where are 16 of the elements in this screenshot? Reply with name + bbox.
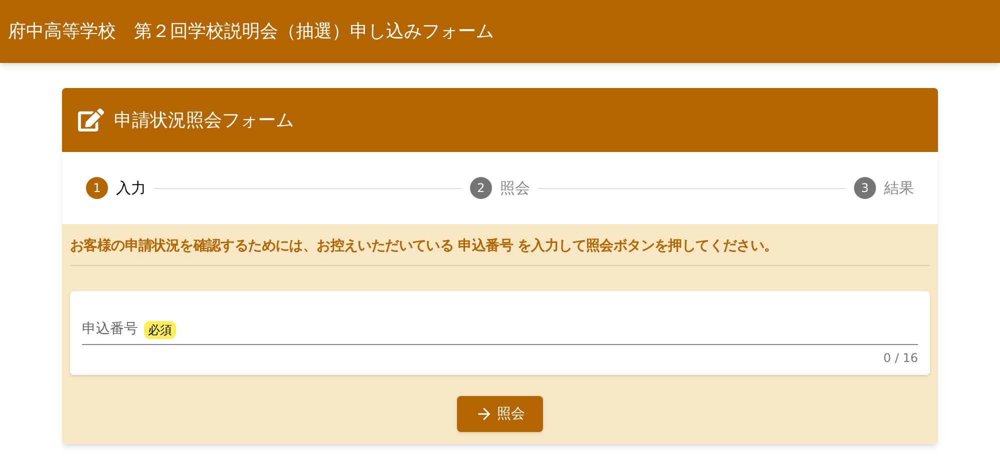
step-number: 1 [86, 177, 108, 199]
edit-icon [78, 108, 104, 132]
step-number: 3 [854, 177, 876, 199]
character-counter: 0 / 16 [883, 350, 918, 367]
arrow-right-icon [475, 405, 493, 423]
required-badge: 必須 [144, 320, 176, 338]
page-title: 府中高等学校 第２回学校説明会（抽選）申し込みフォーム [8, 20, 494, 44]
instruction-text: お客様の申請状況を確認するためには、お控えいただいている 申込番号 を入力して照会ボタンを押してください。 [70, 236, 930, 266]
inquiry-button[interactable]: 照会 [457, 396, 543, 432]
step-number: 2 [470, 177, 492, 199]
card-title: 申請状況照会フォーム [114, 108, 294, 132]
step-label: 結果 [884, 178, 914, 199]
step-label: 入力 [116, 178, 146, 199]
input-field[interactable]: 申込番号 必須 [82, 319, 918, 345]
field-label: 申込番号 [82, 320, 138, 339]
step-label: 照会 [500, 178, 530, 199]
